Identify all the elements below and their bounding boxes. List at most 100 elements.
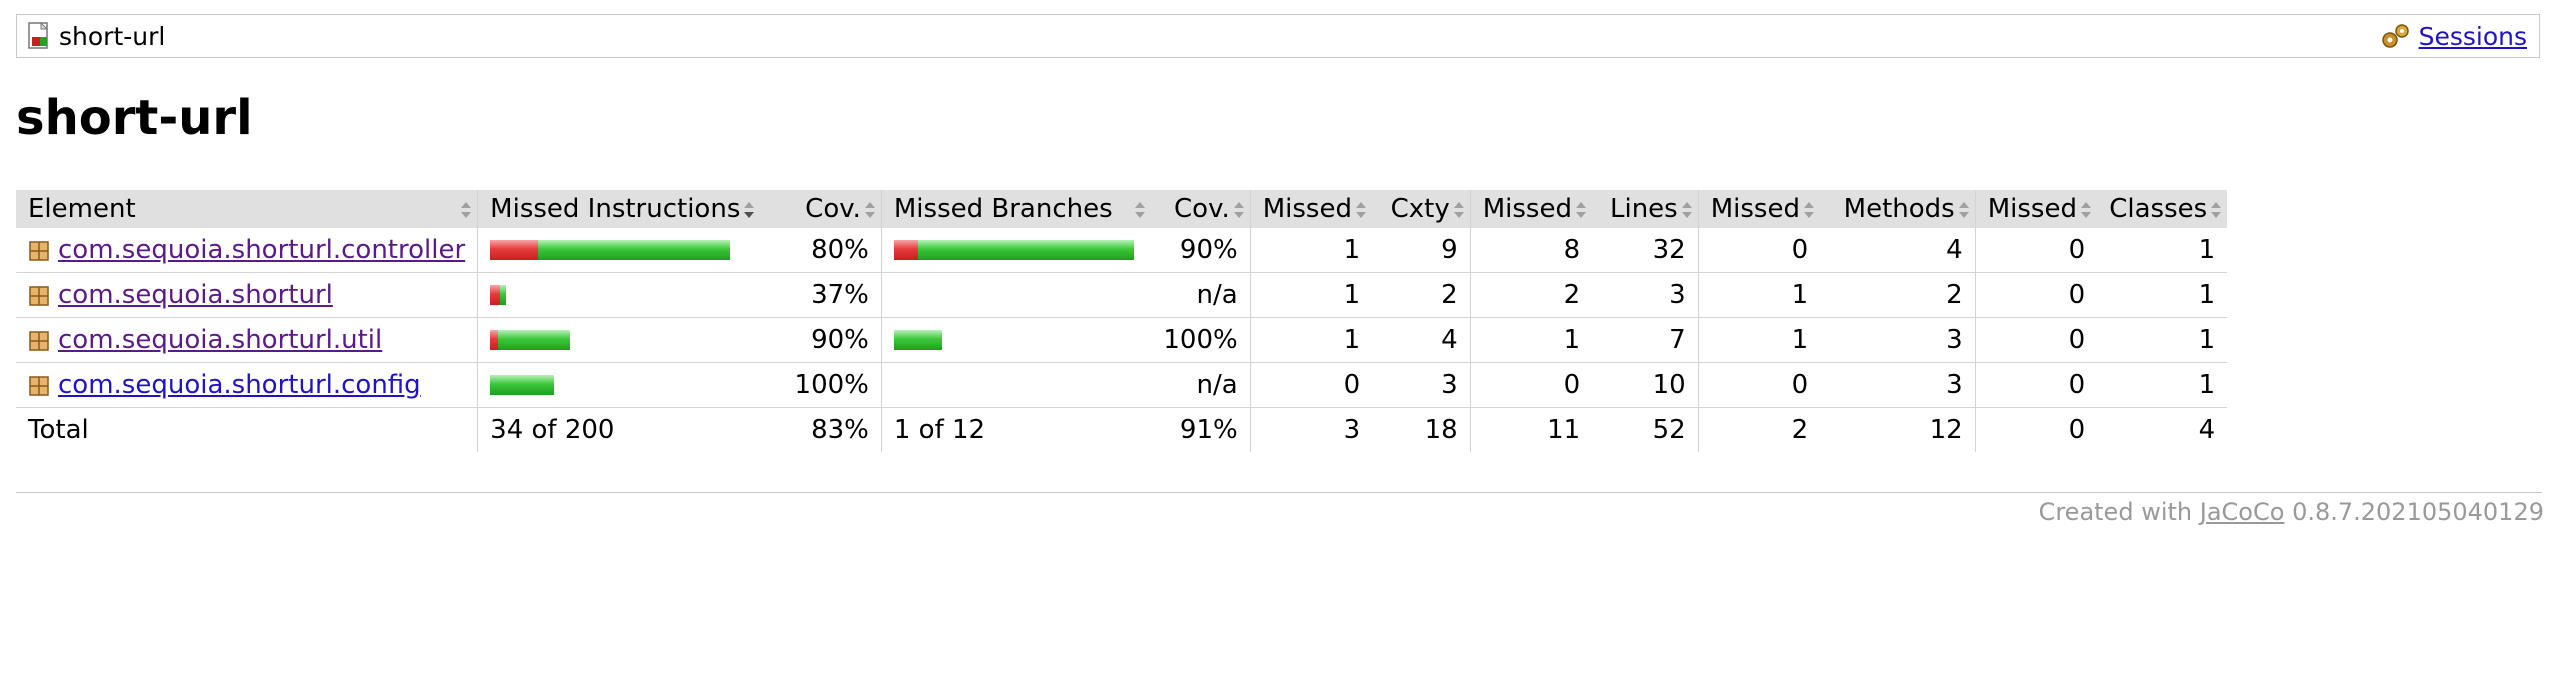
- col-header-methods[interactable]: Methods: [1820, 190, 1976, 228]
- bar-covered: [490, 375, 555, 395]
- col-header-missed-lines-label: Missed: [1482, 194, 1572, 224]
- missed-lines-cell: 8: [1469, 228, 1593, 273]
- classes-cell: 1: [2097, 228, 2228, 273]
- classes-cell: 1: [2097, 317, 2228, 363]
- missed-lines-cell: 0: [1469, 362, 1593, 408]
- col-header-missed-instructions[interactable]: Missed Instructions: [477, 190, 761, 228]
- instructions-bar: [490, 240, 748, 260]
- bar-missed: [490, 285, 501, 305]
- missed-lines-cell: 2: [1469, 272, 1593, 318]
- missed-cxty-cell: 1: [1249, 317, 1373, 363]
- col-header-missed-lines[interactable]: Missed: [1469, 190, 1593, 228]
- col-header-cxty[interactable]: Cxty: [1372, 190, 1471, 228]
- col-header-missed-branches-label: Missed Branches: [893, 194, 1113, 224]
- col-header-instr-cov[interactable]: Cov.: [760, 190, 882, 228]
- col-header-missed-instructions-label: Missed Instructions: [490, 194, 741, 224]
- total-branch-cov: 91%: [1179, 415, 1238, 445]
- methods-cell: 4: [1820, 228, 1976, 273]
- total-label: Total: [28, 415, 89, 445]
- col-header-classes-label: Classes: [2109, 194, 2208, 224]
- branch-cov-cell: 90%: [1151, 228, 1251, 273]
- bar-missed: [490, 330, 499, 350]
- package-icon: [29, 240, 49, 261]
- branch-cov-cell: n/a: [1151, 272, 1251, 318]
- instructions-bar-cell: [477, 228, 761, 273]
- col-header-missed-methods[interactable]: Missed: [1697, 190, 1821, 228]
- footer-divider: [16, 492, 2542, 493]
- jacoco-link[interactable]: JaCoCo: [2200, 498, 2285, 526]
- col-header-element[interactable]: Element: [16, 190, 478, 228]
- table-row: com.sequoia.shorturl.util 90% 100% 1 4 1…: [16, 317, 2228, 363]
- instr-cov-cell: 37%: [760, 272, 882, 318]
- footer: Created with JaCoCo 0.8.7.202105040129: [2039, 498, 2544, 526]
- sessions-link[interactable]: Sessions: [2419, 22, 2527, 51]
- col-header-lines[interactable]: Lines: [1592, 190, 1699, 228]
- missed-lines-cell: 1: [1469, 317, 1593, 363]
- sort-icon: [1575, 201, 1586, 218]
- table-header-row: Element Missed Instructions Cov. Missed …: [16, 190, 2228, 228]
- package-icon: [29, 375, 49, 396]
- instructions-bar: [490, 375, 748, 395]
- total-cxty: 18: [1424, 415, 1458, 445]
- instructions-bar: [490, 330, 748, 350]
- col-header-missed-classes-label: Missed: [1987, 194, 2077, 224]
- missed-cxty-cell: 0: [1249, 362, 1373, 408]
- sort-icon: [1803, 201, 1814, 218]
- col-header-branch-cov-label: Cov.: [1174, 194, 1230, 224]
- element-cell: com.sequoia.shorturl.config: [16, 362, 478, 408]
- package-icon: [29, 285, 49, 306]
- branches-bar-cell: [880, 362, 1152, 408]
- missed-methods-cell: 1: [1697, 272, 1821, 318]
- col-header-element-label: Element: [28, 194, 136, 224]
- sort-icon: [461, 201, 472, 218]
- total-methods: 12: [1929, 415, 1963, 445]
- branches-bar-cell: [880, 317, 1152, 363]
- branches-bar: [894, 375, 1140, 395]
- coverage-table: Element Missed Instructions Cov. Missed …: [16, 190, 2228, 452]
- sort-icon: [2080, 201, 2091, 218]
- branches-bar-cell: [880, 228, 1152, 273]
- missed-methods-cell: 1: [1697, 317, 1821, 363]
- sort-icon: [2211, 201, 2222, 218]
- col-header-missed-cxty[interactable]: Missed: [1249, 190, 1373, 228]
- total-missed-lines: 11: [1469, 407, 1593, 452]
- branches-bar: [894, 285, 1140, 305]
- package-link[interactable]: com.sequoia.shorturl.controller: [58, 235, 465, 265]
- col-header-missed-branches[interactable]: Missed Branches: [880, 190, 1152, 228]
- total-branch: 1 of 12: [880, 407, 1152, 452]
- package-link[interactable]: com.sequoia.shorturl.util: [58, 325, 382, 355]
- col-header-missed-methods-label: Missed: [1710, 194, 1800, 224]
- instr-cov-cell: 100%: [760, 362, 882, 408]
- col-header-methods-label: Methods: [1843, 194, 1955, 224]
- bar-covered: [498, 330, 571, 350]
- cxty-cell: 3: [1372, 362, 1471, 408]
- total-instr-cov: 83%: [811, 415, 869, 445]
- bar-covered: [893, 330, 942, 350]
- col-header-classes[interactable]: Classes: [2097, 190, 2228, 228]
- table-row: com.sequoia.shorturl.controller 80% 90% …: [16, 228, 2228, 273]
- lines-cell: 32: [1592, 228, 1699, 273]
- sort-icon: [1355, 201, 1366, 218]
- lines-cell: 7: [1592, 317, 1699, 363]
- instructions-bar-cell: [477, 362, 761, 408]
- instructions-bar-cell: [477, 317, 761, 363]
- total-row: Total 34 of 200 83% 1 of 12 91% 3 18 11 …: [16, 407, 2227, 452]
- sort-desc-icon: [744, 201, 755, 218]
- total-instr: 34 of 200: [477, 407, 761, 452]
- col-header-cxty-label: Cxty: [1390, 194, 1450, 224]
- page-title: short-url: [16, 90, 253, 146]
- col-header-missed-classes[interactable]: Missed: [1974, 190, 2098, 228]
- cxty-cell: 2: [1372, 272, 1471, 318]
- total-missed-classes: 0: [1974, 407, 2098, 452]
- total-classes: 4: [2198, 415, 2216, 445]
- package-icon: [29, 330, 49, 351]
- sort-icon: [1453, 201, 1464, 218]
- instr-cov-cell: 80%: [760, 228, 882, 273]
- bar-covered: [500, 285, 507, 305]
- instructions-bar-cell: [477, 272, 761, 318]
- col-header-branch-cov[interactable]: Cov.: [1151, 190, 1251, 228]
- package-link[interactable]: com.sequoia.shorturl.config: [58, 370, 421, 400]
- col-header-missed-cxty-label: Missed: [1262, 194, 1352, 224]
- package-link[interactable]: com.sequoia.shorturl: [58, 280, 333, 310]
- total-missed-methods: 2: [1697, 407, 1821, 452]
